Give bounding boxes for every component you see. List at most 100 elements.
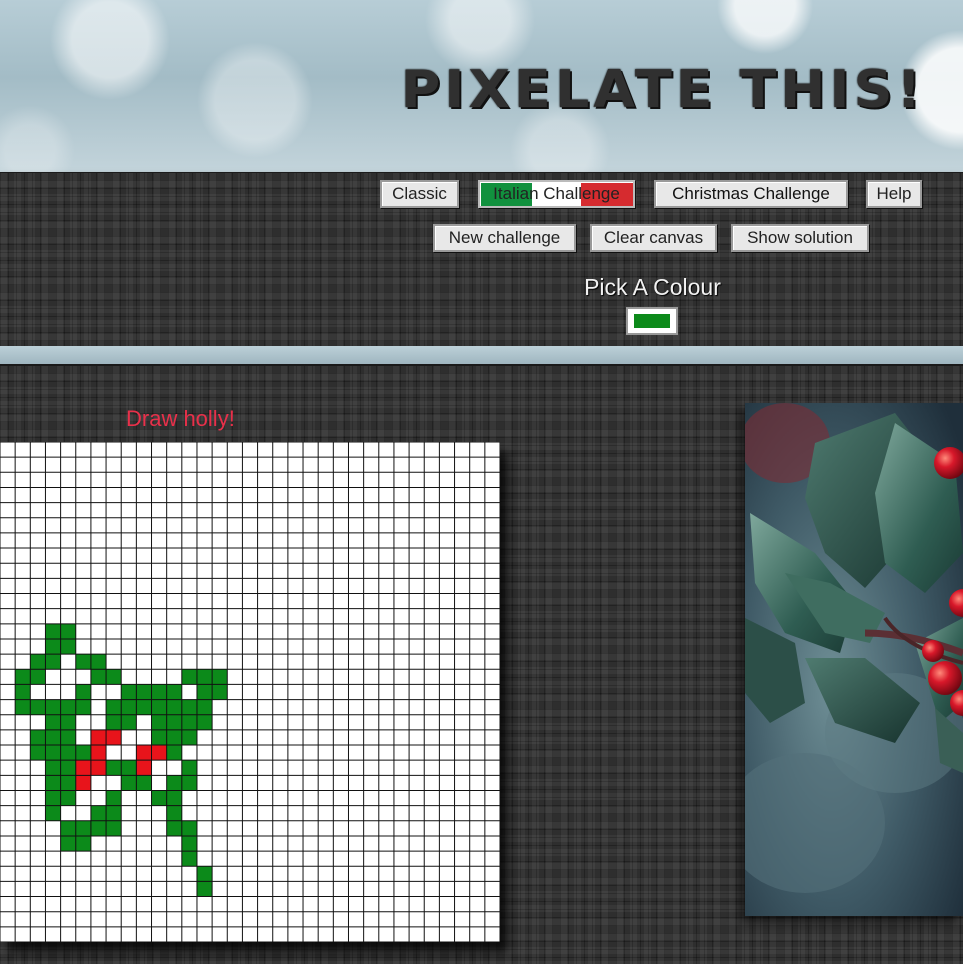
painted-pixel-green[interactable] — [181, 820, 197, 836]
painted-pixel-green[interactable] — [181, 729, 197, 746]
painted-pixel-green[interactable] — [60, 820, 76, 836]
christmas-challenge-button[interactable]: Christmas Challenge — [654, 180, 848, 208]
painted-pixel-green[interactable] — [75, 835, 91, 852]
painted-pixel-green[interactable] — [181, 714, 197, 730]
painted-pixel-green[interactable] — [196, 669, 213, 685]
painted-pixel-green[interactable] — [166, 699, 182, 715]
painted-pixel-green[interactable] — [151, 729, 167, 746]
painted-pixel-green[interactable] — [60, 623, 76, 639]
painted-pixel-green[interactable] — [45, 760, 61, 776]
painted-pixel-green[interactable] — [90, 654, 107, 670]
painted-pixel-green[interactable] — [15, 699, 31, 715]
painted-pixel-green[interactable] — [106, 820, 122, 836]
help-button[interactable]: Help — [866, 180, 922, 208]
painted-pixel-green[interactable] — [151, 790, 167, 806]
painted-pixel-red[interactable] — [75, 760, 91, 776]
painted-pixel-green[interactable] — [196, 866, 213, 882]
painted-pixel-green[interactable] — [166, 714, 182, 730]
show-solution-button[interactable]: Show solution — [731, 224, 869, 252]
italian-challenge-button[interactable]: Italian Challenge — [478, 180, 635, 208]
painted-pixel-green[interactable] — [166, 820, 182, 836]
painted-pixel-red[interactable] — [106, 729, 122, 746]
painted-pixel-green[interactable] — [106, 714, 122, 730]
painted-pixel-green[interactable] — [181, 835, 197, 852]
painted-pixel-green[interactable] — [212, 684, 228, 700]
painted-pixel-green[interactable] — [60, 638, 76, 655]
painted-pixel-green[interactable] — [136, 684, 152, 700]
painted-pixel-green[interactable] — [60, 775, 76, 791]
painted-pixel-green[interactable] — [45, 638, 61, 655]
painted-pixel-green[interactable] — [30, 669, 46, 685]
painted-pixel-green[interactable] — [151, 714, 167, 730]
classic-mode-button[interactable]: Classic — [380, 180, 459, 208]
painted-pixel-green[interactable] — [60, 790, 76, 806]
painted-pixel-green[interactable] — [45, 623, 61, 639]
painted-pixel-green[interactable] — [166, 684, 182, 700]
painted-pixel-red[interactable] — [90, 729, 107, 746]
painted-pixel-green[interactable] — [15, 669, 31, 685]
painted-pixel-green[interactable] — [45, 745, 61, 761]
painted-pixel-green[interactable] — [106, 790, 122, 806]
painted-pixel-green[interactable] — [196, 684, 213, 700]
painted-pixel-red[interactable] — [90, 745, 107, 761]
painted-pixel-green[interactable] — [75, 745, 91, 761]
clear-canvas-button[interactable]: Clear canvas — [590, 224, 717, 252]
painted-pixel-red[interactable] — [75, 775, 91, 791]
painted-pixel-green[interactable] — [181, 851, 197, 867]
painted-pixel-green[interactable] — [166, 790, 182, 806]
painted-pixel-red[interactable] — [90, 760, 107, 776]
painted-pixel-green[interactable] — [30, 654, 46, 670]
painted-pixel-green[interactable] — [60, 729, 76, 746]
painted-pixel-green[interactable] — [196, 714, 213, 730]
painted-pixel-green[interactable] — [106, 805, 122, 821]
painted-pixel-green[interactable] — [106, 760, 122, 776]
painted-pixel-green[interactable] — [196, 699, 213, 715]
painted-pixel-red[interactable] — [136, 745, 152, 761]
painted-pixel-green[interactable] — [30, 745, 46, 761]
painted-pixel-red[interactable] — [151, 745, 167, 761]
painted-pixel-green[interactable] — [166, 805, 182, 821]
pixel-grid[interactable] — [0, 442, 500, 942]
painted-pixel-green[interactable] — [121, 760, 137, 776]
painted-pixel-green[interactable] — [15, 684, 31, 700]
painted-pixel-red[interactable] — [136, 760, 152, 776]
painted-pixel-green[interactable] — [60, 745, 76, 761]
painted-pixel-green[interactable] — [45, 805, 61, 821]
painted-pixel-green[interactable] — [121, 684, 137, 700]
painted-pixel-green[interactable] — [60, 760, 76, 776]
painted-pixel-green[interactable] — [196, 881, 213, 897]
painted-pixel-green[interactable] — [45, 775, 61, 791]
painted-pixel-green[interactable] — [166, 775, 182, 791]
painted-pixel-green[interactable] — [136, 699, 152, 715]
painted-pixel-green[interactable] — [45, 729, 61, 746]
painted-pixel-green[interactable] — [90, 805, 107, 821]
new-challenge-button[interactable]: New challenge — [433, 224, 576, 252]
painted-pixel-green[interactable] — [181, 669, 197, 685]
painted-pixel-green[interactable] — [60, 714, 76, 730]
painted-pixel-green[interactable] — [45, 699, 61, 715]
painted-pixel-green[interactable] — [75, 820, 91, 836]
painted-pixel-green[interactable] — [181, 775, 197, 791]
pixel-canvas[interactable] — [0, 442, 500, 942]
painted-pixel-green[interactable] — [60, 835, 76, 852]
painted-pixel-green[interactable] — [30, 729, 46, 746]
painted-pixel-green[interactable] — [121, 699, 137, 715]
painted-pixel-green[interactable] — [212, 669, 228, 685]
painted-pixel-green[interactable] — [166, 729, 182, 746]
painted-pixel-green[interactable] — [75, 654, 91, 670]
painted-pixel-green[interactable] — [30, 699, 46, 715]
painted-pixel-green[interactable] — [121, 775, 137, 791]
painted-pixel-green[interactable] — [136, 775, 152, 791]
painted-pixel-green[interactable] — [166, 745, 182, 761]
painted-pixel-green[interactable] — [181, 760, 197, 776]
colour-picker[interactable] — [626, 307, 678, 335]
painted-pixel-green[interactable] — [45, 654, 61, 670]
painted-pixel-green[interactable] — [181, 699, 197, 715]
painted-pixel-green[interactable] — [75, 684, 91, 700]
painted-pixel-green[interactable] — [90, 820, 107, 836]
painted-pixel-green[interactable] — [106, 699, 122, 715]
painted-pixel-green[interactable] — [60, 699, 76, 715]
painted-pixel-green[interactable] — [45, 714, 61, 730]
painted-pixel-green[interactable] — [90, 669, 107, 685]
painted-pixel-green[interactable] — [121, 714, 137, 730]
